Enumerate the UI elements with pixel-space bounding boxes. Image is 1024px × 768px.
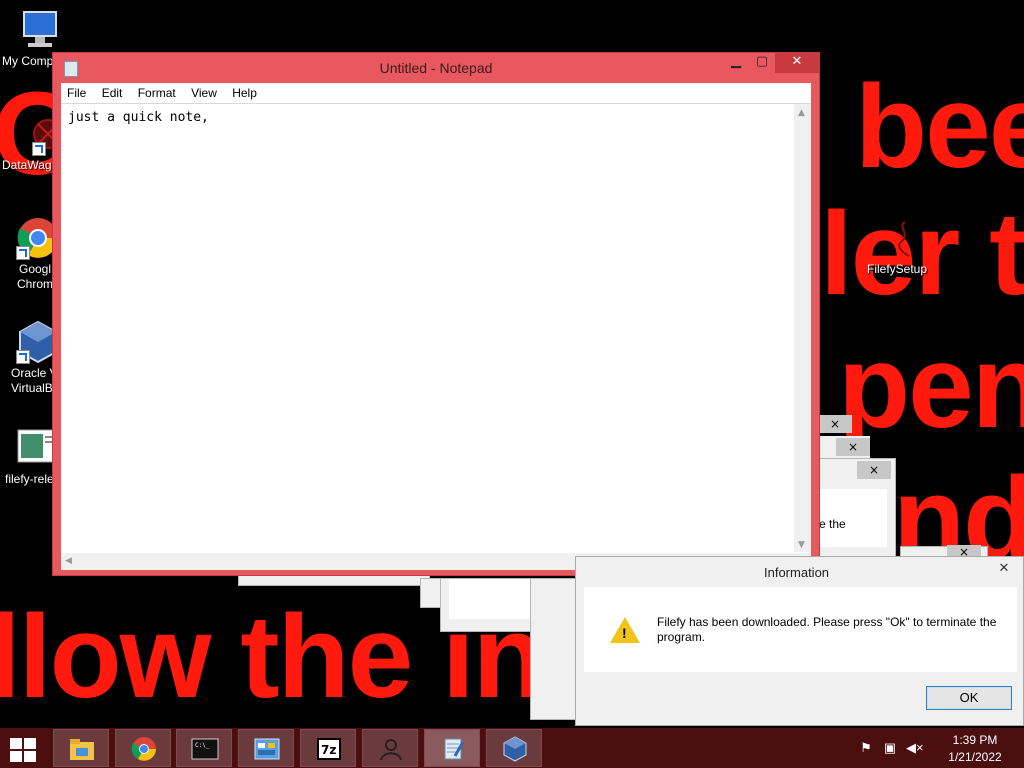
windows-logo-icon — [10, 738, 22, 749]
menu-file[interactable]: File — [61, 83, 92, 100]
desktop: Oh bee ler t pen nd llow the in My Comp … — [0, 0, 1024, 728]
window-title: Untitled - Notepad — [379, 60, 493, 76]
network-icon[interactable]: ▣ — [882, 740, 898, 756]
dialog-close-button[interactable]: ✕ — [989, 559, 1019, 579]
shortcut-arrow-icon — [16, 246, 30, 260]
chrome-icon — [131, 737, 156, 761]
menu-bar: File Edit Format View Help — [61, 83, 811, 103]
flag-icon[interactable]: ⚑ — [858, 740, 874, 756]
wallpaper-text-2: bee — [855, 61, 1024, 193]
maximize-button[interactable]: ▢ — [749, 53, 775, 73]
windows-logo-icon — [24, 738, 36, 749]
taskbar-command-prompt[interactable]: C:\_ — [176, 729, 232, 767]
setup-icon — [875, 216, 919, 260]
shortcut-arrow-icon — [16, 350, 30, 364]
ok-button[interactable]: OK — [926, 686, 1012, 710]
command-prompt-icon: C:\_ — [191, 738, 219, 760]
windows-logo-icon — [24, 751, 36, 762]
close-icon[interactable]: × — [857, 461, 891, 479]
background-dialog-1: × — [818, 413, 852, 435]
user-icon — [380, 739, 402, 761]
dialog-body — [449, 579, 543, 619]
text-editor[interactable]: just a quick note, ▲ ▼ ◀ ▶ — [61, 103, 811, 570]
dialog-body: ! Filefy has been downloaded. Please pre… — [584, 587, 1017, 672]
system-tray: ⚑ ▣ ◀× 1:39 PM 1/21/2022 — [854, 728, 1024, 768]
editor-content[interactable]: just a quick note, — [68, 110, 209, 125]
notepad-window[interactable]: Untitled - Notepad ▁ ▢ ✕ File Edit Forma… — [52, 52, 820, 576]
exclamation-mark: ! — [622, 625, 627, 641]
scroll-down-icon[interactable]: ▼ — [798, 540, 805, 550]
taskbar-user[interactable] — [362, 729, 418, 767]
taskbar-file-explorer[interactable] — [53, 729, 109, 767]
svg-text:7z: 7z — [321, 743, 336, 757]
close-icon[interactable]: × — [836, 438, 870, 456]
taskbar-virtualbox[interactable] — [486, 729, 542, 767]
scroll-up-icon[interactable]: ▲ — [798, 108, 805, 118]
7zip-icon: 7z — [317, 738, 341, 760]
dialog-title: Information — [764, 565, 830, 580]
clock-date: 1/21/2022 — [948, 750, 1002, 764]
close-icon[interactable]: × — [818, 415, 852, 433]
start-button[interactable] — [8, 736, 38, 762]
menu-help[interactable]: Help — [226, 83, 263, 100]
wallpaper-text-4: pen — [838, 321, 1024, 453]
minimize-button[interactable]: ▁ — [723, 53, 749, 73]
virtualbox-icon — [503, 736, 527, 762]
taskbar-control-panel[interactable] — [238, 729, 294, 767]
dialog-body: e the — [819, 489, 887, 547]
background-dialog-2: × — [818, 436, 870, 458]
vertical-scrollbar[interactable]: ▲ ▼ — [794, 104, 811, 552]
taskbar: C:\_ 7z ⚑ ▣ ◀× 1:39 PM 1/21/2022 — [0, 728, 1024, 768]
dialog-partial-text: e the — [819, 517, 846, 531]
taskbar-7zip[interactable]: 7z — [300, 729, 356, 767]
desktop-icon-filefysetup[interactable]: FilefySetup — [857, 216, 937, 277]
clock[interactable]: 1:39 PM 1/21/2022 — [940, 732, 1010, 766]
menu-format[interactable]: Format — [132, 83, 182, 100]
menu-view[interactable]: View — [185, 83, 223, 100]
volume-muted-icon[interactable]: ◀× — [906, 740, 924, 756]
computer-icon — [18, 8, 62, 52]
file-explorer-icon — [70, 739, 94, 760]
scroll-left-icon[interactable]: ◀ — [65, 556, 72, 566]
svg-text:C:\_: C:\_ — [195, 742, 210, 749]
control-panel-icon — [254, 738, 280, 760]
shortcut-arrow-icon — [32, 142, 46, 156]
taskbar-notepad[interactable] — [424, 729, 480, 767]
clock-time: 1:39 PM — [952, 733, 998, 747]
close-button[interactable]: ✕ — [775, 53, 819, 73]
notepad-icon — [444, 738, 465, 760]
menu-edit[interactable]: Edit — [96, 83, 129, 100]
dialog-message: Filefy has been downloaded. Please press… — [657, 615, 997, 644]
windows-logo-icon — [10, 751, 22, 762]
taskbar-chrome[interactable] — [115, 729, 171, 767]
background-dialog-3: × e the — [818, 458, 896, 560]
title-bar[interactable]: Untitled - Notepad ▁ ▢ ✕ — [53, 53, 819, 83]
information-dialog[interactable]: Information ✕ ! Filefy has been download… — [575, 556, 1024, 726]
